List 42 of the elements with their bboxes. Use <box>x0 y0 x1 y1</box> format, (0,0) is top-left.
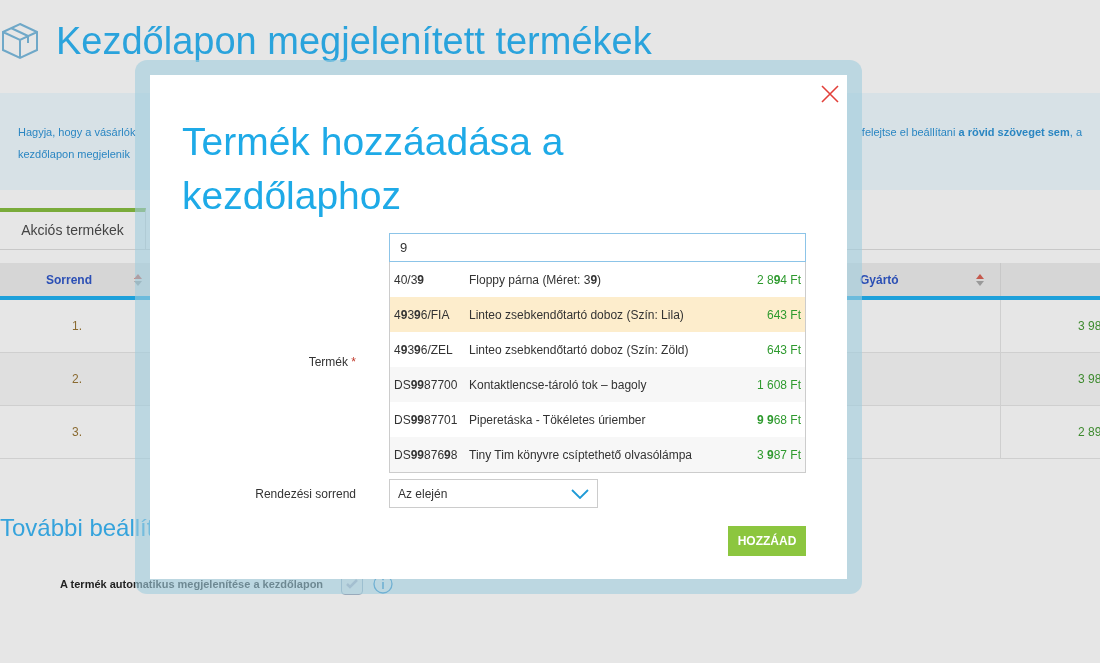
table-cell-text: 2. <box>71 371 83 388</box>
product-code: DS9987698 <box>394 446 459 464</box>
dialog-title: Termék hozzáadása a kezdőlaphoz <box>182 119 565 219</box>
product-code: 40/39 <box>394 271 426 289</box>
info-text: kezdőlapon megjelenik <box>18 147 131 162</box>
suggestion-item[interactable]: DS9987700 Kontaktlencse-tároló tok – bagoly 1 608 Ft <box>390 367 805 402</box>
product-code: DS9987700 <box>394 376 459 394</box>
info-text: Hagyja, hogy a vásárlók <box>18 125 136 140</box>
product-code: 49396/FIA <box>394 306 451 324</box>
product-name: Piperetáska - Tökéletes úriember <box>469 411 647 429</box>
product-name: Floppy párna (Méret: 39) <box>469 271 603 289</box>
field-label: Termék * <box>308 354 356 371</box>
chevron-down-icon <box>571 488 589 499</box>
order-select[interactable]: Az elején <box>389 479 598 508</box>
product-price: 3 987 Ft <box>756 446 801 464</box>
product-price: 9 968 Ft <box>756 411 801 429</box>
info-text: felejtse el beállítani a rövid szöveget sem, a <box>861 125 1082 140</box>
product-name: Kontaktlencse-tároló tok – bagoly <box>469 376 648 394</box>
table-cell-text: 3. <box>71 424 83 441</box>
table-cell-text: 2 89 <box>1077 424 1100 441</box>
suggestion-item[interactable]: 49396/FIA Linteo zsebkendőtartó doboz (Szín: Lila) 643 Ft <box>390 297 805 332</box>
product-code: 49396/ZEL <box>394 341 454 359</box>
product-name: Tiny Tim könyvre csíptethető olvasólámpa <box>469 446 693 464</box>
page-title: Kezdőlapon megjelenített termékek <box>56 22 652 60</box>
field-label: Rendezési sorrend <box>254 485 357 503</box>
product-price: 643 Ft <box>766 341 801 359</box>
product-code: DS9987701 <box>394 411 459 429</box>
table-cell-text: 3 98 <box>1077 371 1100 388</box>
product-price: 1 608 Ft <box>756 376 801 394</box>
table-cell-text: 1. <box>71 318 83 335</box>
product-name: Linteo zsebkendőtartó doboz (Szín: Lila) <box>469 306 685 324</box>
sort-icon[interactable] <box>976 273 984 286</box>
search-field[interactable]: 9 <box>389 233 806 262</box>
table-cell-text: 3 98 <box>1077 318 1100 335</box>
suggestion-item[interactable]: DS9987698 Tiny Tim könyvre csíptethető olvasólámpa 3 987 Ft <box>390 437 805 472</box>
product-price: 2 894 Ft <box>756 271 801 289</box>
close-icon[interactable] <box>821 85 839 103</box>
box-icon <box>0 21 40 61</box>
product-name: Linteo zsebkendőtartó doboz (Szín: Zöld) <box>469 341 690 359</box>
product-price: 643 Ft <box>766 306 801 324</box>
setting-label: A termék automatikus megjelenítése a kezdőlapon <box>60 576 324 592</box>
required-mark: * <box>351 355 356 369</box>
